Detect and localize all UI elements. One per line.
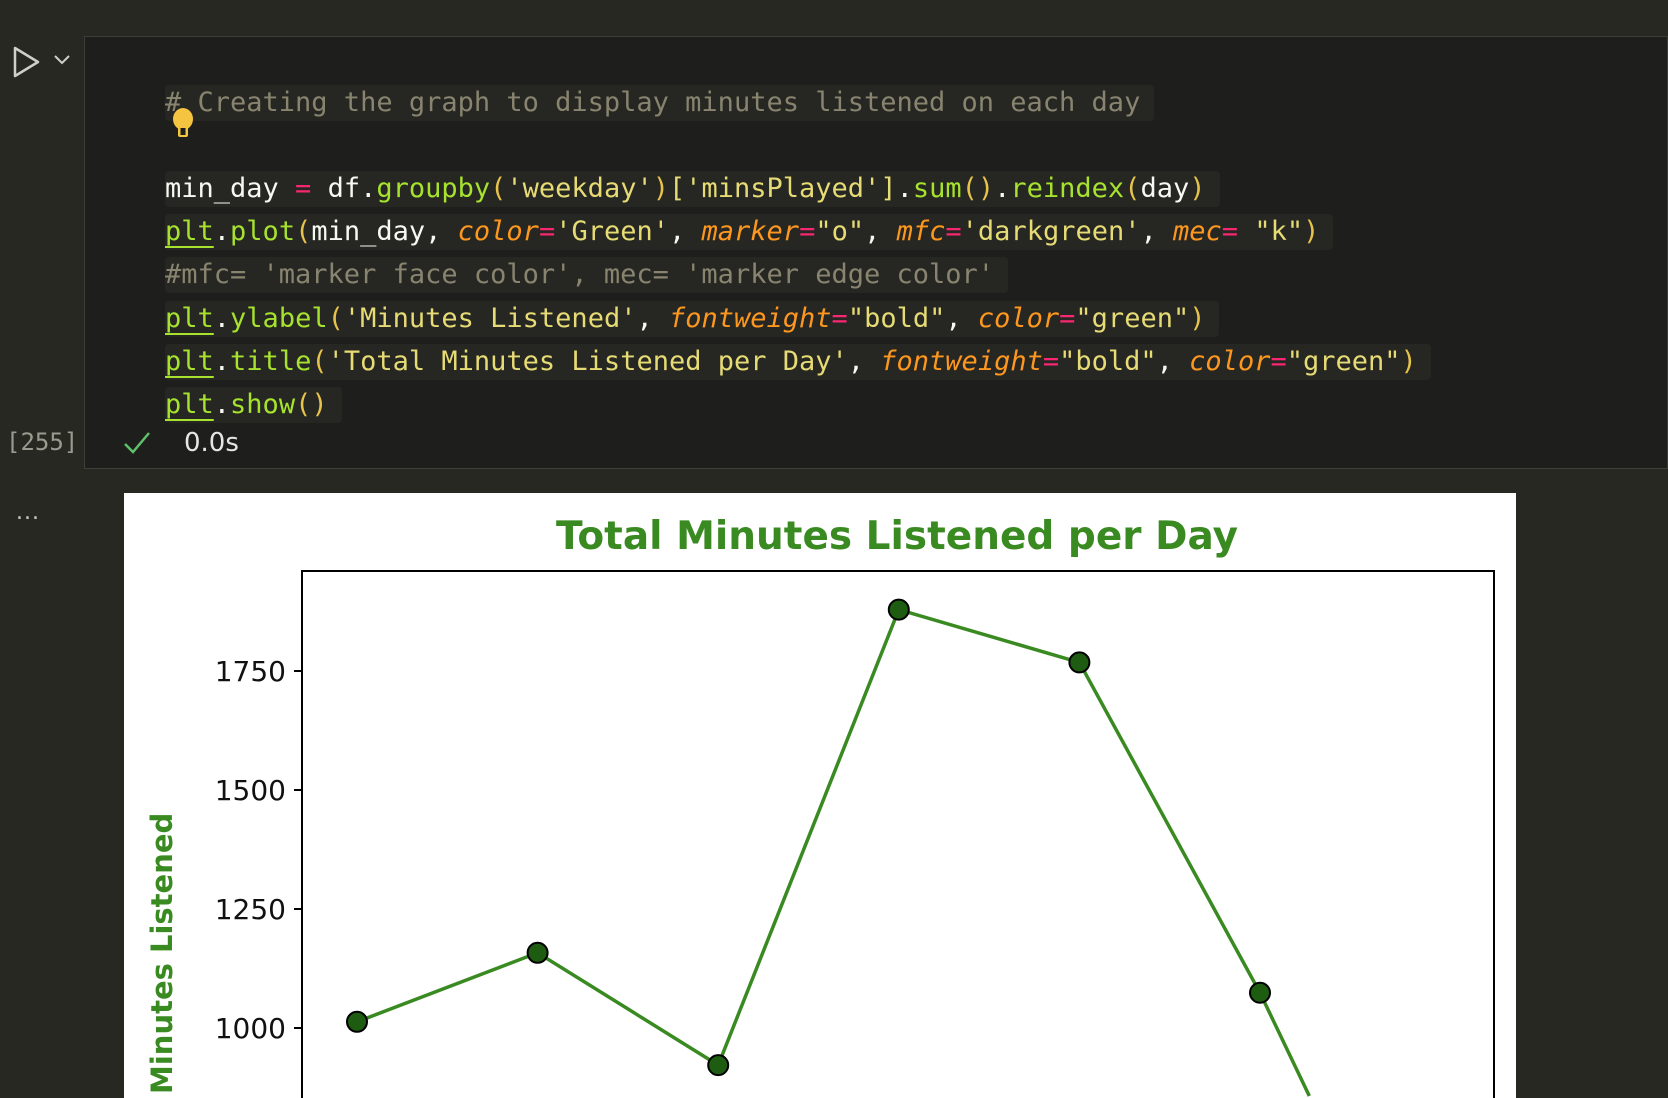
series-line: [356, 607, 1311, 1097]
y-tick-label: 1500: [215, 774, 286, 807]
data-point-marker: [887, 598, 910, 621]
plot-axes-frame: [301, 570, 1495, 1098]
data-point-marker: [526, 941, 549, 964]
y-tick-label: 1750: [215, 655, 286, 688]
data-point-marker: [707, 1054, 730, 1077]
chart-title: Total Minutes Listened per Day: [556, 514, 1238, 559]
y-tick-label: 1000: [215, 1012, 286, 1045]
data-point-marker: [346, 1010, 368, 1033]
line-chart: Total Minutes Listened per Day Minutes L…: [145, 514, 1495, 1098]
data-point-marker: [1249, 981, 1271, 1004]
y-axis-label: Minutes Listened: [145, 813, 179, 1094]
y-tick-label: 1250: [215, 893, 286, 926]
data-point-marker: [1068, 651, 1091, 674]
